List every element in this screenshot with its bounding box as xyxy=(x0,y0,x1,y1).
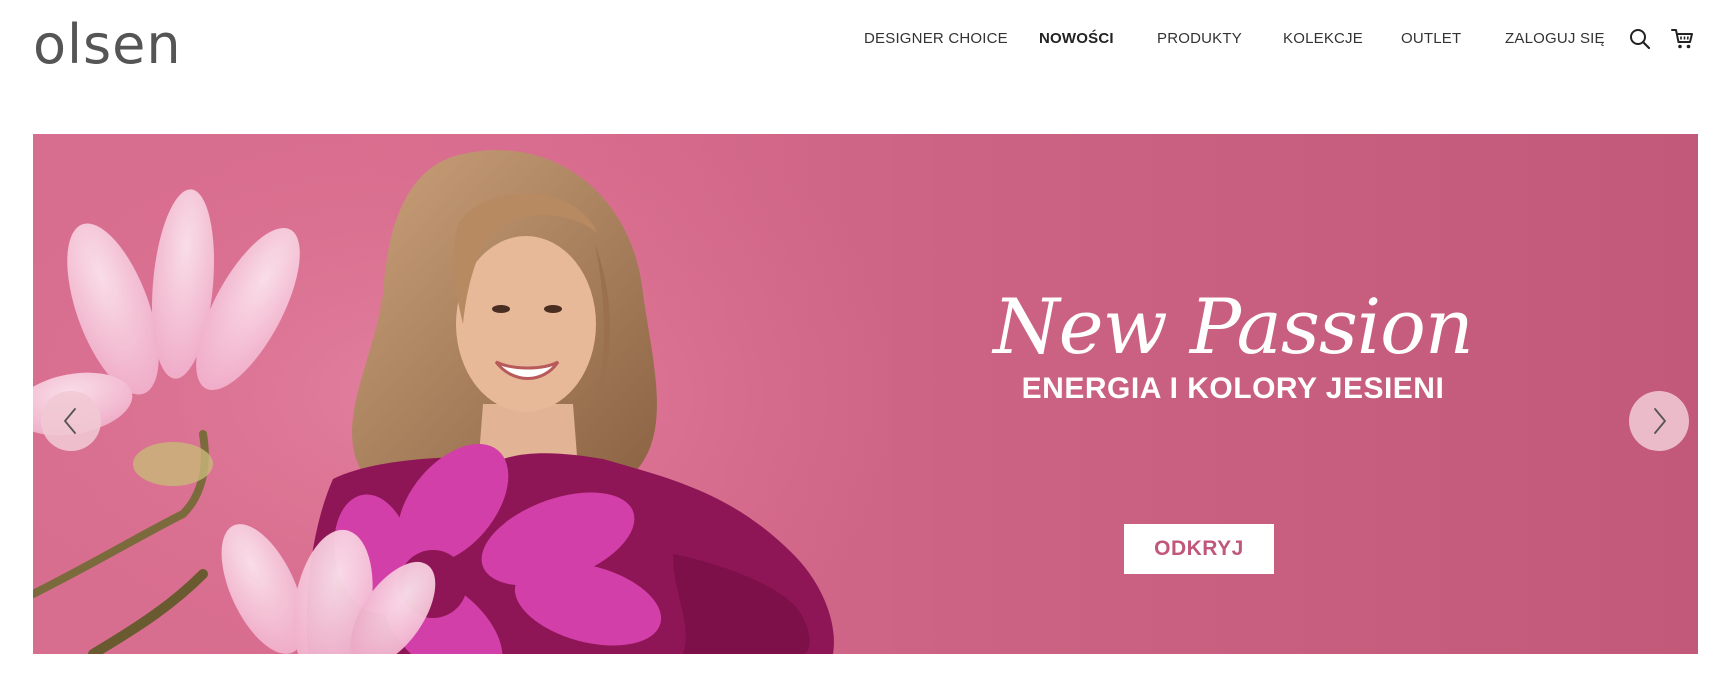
hero-banner[interactable]: New Passion ENERGIA I KOLORY JESIENI xyxy=(33,134,1698,654)
hero-subtitle: ENERGIA I KOLORY JESIENI xyxy=(1021,372,1445,405)
carousel-prev-button[interactable] xyxy=(41,391,101,451)
brand-logo[interactable]: olsen xyxy=(33,10,182,80)
nav-produkty[interactable]: PRODUKTY xyxy=(1157,29,1242,49)
nav-login[interactable]: ZALOGUJ SIĘ xyxy=(1505,29,1605,49)
cart-icon[interactable] xyxy=(1670,26,1696,52)
nav-designer-choice[interactable]: DESIGNER CHOICE xyxy=(864,29,1008,49)
search-icon[interactable] xyxy=(1627,26,1653,52)
nav-nowosci[interactable]: NOWOŚCI xyxy=(1039,29,1114,49)
hero-image xyxy=(33,134,893,654)
chevron-left-icon xyxy=(64,408,76,434)
carousel-next-button[interactable] xyxy=(1629,391,1689,451)
nav-kolekcje[interactable]: KOLEKCJE xyxy=(1283,29,1363,49)
chevron-right-icon xyxy=(1654,408,1666,434)
hero-title: New Passion xyxy=(993,282,1474,371)
odkryj-button[interactable]: ODKRYJ xyxy=(1124,524,1274,574)
nav-outlet[interactable]: OUTLET xyxy=(1401,29,1461,49)
hero-text-block: New Passion ENERGIA I KOLORY JESIENI xyxy=(963,284,1503,408)
site-header: olsen DESIGNER CHOICE NOWOŚCI PRODUKTY K… xyxy=(0,0,1730,90)
